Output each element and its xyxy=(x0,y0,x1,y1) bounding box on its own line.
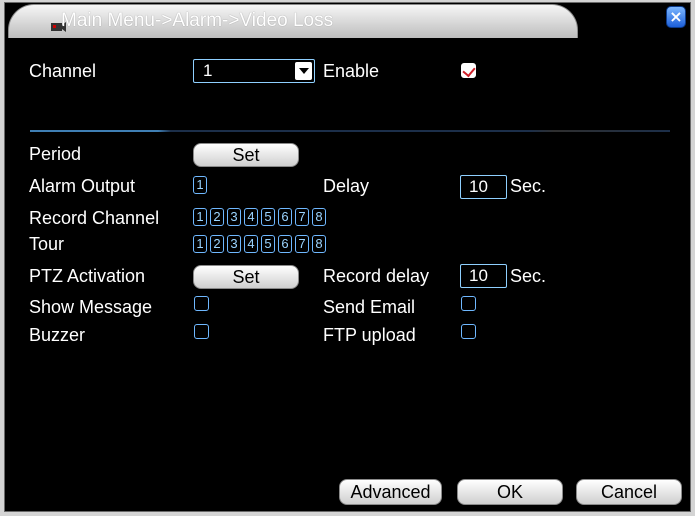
enable-checkbox[interactable] xyxy=(461,63,476,78)
channel-select[interactable]: 1 xyxy=(193,59,315,83)
section-divider xyxy=(30,130,670,132)
ftp-upload-checkbox[interactable] xyxy=(461,324,476,339)
tour-label: Tour xyxy=(29,234,65,254)
tour-box-8[interactable]: 8 xyxy=(312,235,326,253)
record-delay-label: Record delay xyxy=(323,266,430,286)
enable-label: Enable xyxy=(323,61,380,81)
tour-box-2[interactable]: 2 xyxy=(210,235,224,253)
tour-box-7[interactable]: 7 xyxy=(295,235,309,253)
channel-value: 1 xyxy=(203,61,213,80)
period-set-button[interactable]: Set xyxy=(193,143,299,167)
record-channel-box-4[interactable]: 4 xyxy=(244,208,258,226)
tour-box-6[interactable]: 6 xyxy=(278,235,292,253)
period-label: Period xyxy=(29,144,82,164)
chevron-down-icon[interactable] xyxy=(295,62,312,80)
record-channel-box-3[interactable]: 3 xyxy=(227,208,241,226)
ftp-upload-label: FTP upload xyxy=(323,325,416,345)
ptz-activation-label: PTZ Activation xyxy=(29,266,146,286)
tour-box-4[interactable]: 4 xyxy=(244,235,258,253)
record-channel-box-5[interactable]: 5 xyxy=(261,208,275,226)
send-email-checkbox[interactable] xyxy=(461,296,476,311)
tour-box-3[interactable]: 3 xyxy=(227,235,241,253)
record-delay-unit: Sec. xyxy=(510,266,547,286)
buzzer-checkbox[interactable] xyxy=(194,324,209,339)
record-channel-box-7[interactable]: 7 xyxy=(295,208,309,226)
cancel-button[interactable]: Cancel xyxy=(576,479,682,505)
delay-unit: Sec. xyxy=(510,176,547,196)
record-channel-label: Record Channel xyxy=(29,208,160,228)
title-bar: Main Menu->Alarm->Video Loss xyxy=(8,4,578,38)
ok-button[interactable]: OK xyxy=(457,479,563,505)
show-message-label: Show Message xyxy=(29,297,153,317)
advanced-button[interactable]: Advanced xyxy=(339,479,442,505)
record-channel-box-2[interactable]: 2 xyxy=(210,208,224,226)
record-channel-box-8[interactable]: 8 xyxy=(312,208,326,226)
delay-label: Delay xyxy=(323,176,370,196)
buzzer-label: Buzzer xyxy=(29,325,86,345)
tour-box-5[interactable]: 5 xyxy=(261,235,275,253)
delay-input[interactable]: 10 xyxy=(460,175,507,199)
close-button[interactable]: × xyxy=(666,6,686,28)
window-title: Main Menu->Alarm->Video Loss xyxy=(61,10,334,31)
record-channel-box-6[interactable]: 6 xyxy=(278,208,292,226)
send-email-label: Send Email xyxy=(323,297,416,317)
close-icon: × xyxy=(669,7,683,26)
show-message-checkbox[interactable] xyxy=(194,296,209,311)
channel-label: Channel xyxy=(29,61,97,81)
ptz-set-button[interactable]: Set xyxy=(193,265,299,289)
alarm-output-label: Alarm Output xyxy=(29,176,136,196)
record-channel-box-1[interactable]: 1 xyxy=(193,208,207,226)
tour-box-1[interactable]: 1 xyxy=(193,235,207,253)
alarm-output-box-1[interactable]: 1 xyxy=(193,176,207,194)
record-delay-input[interactable]: 10 xyxy=(460,264,507,288)
